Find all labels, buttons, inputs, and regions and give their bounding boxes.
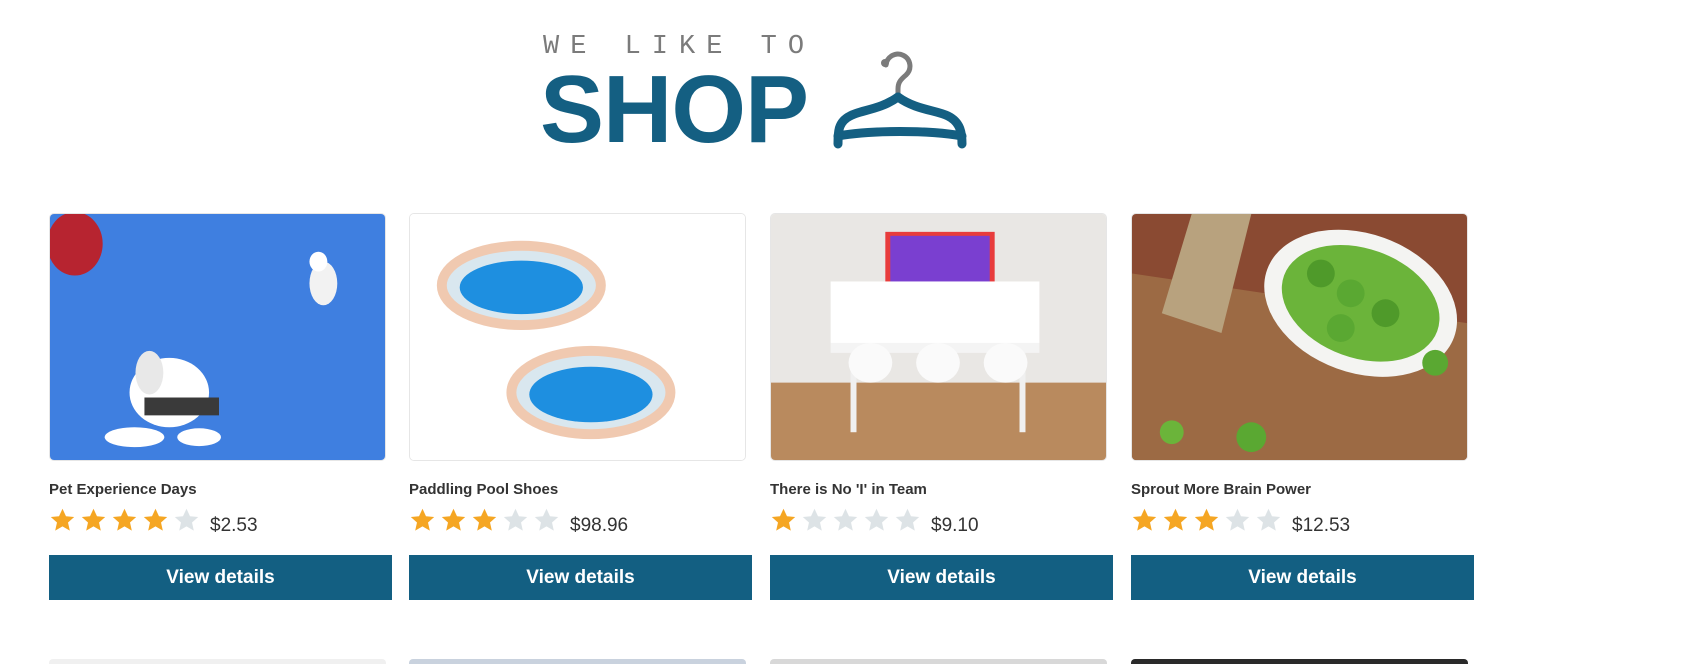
next-product-row <box>49 659 1489 664</box>
star-empty-icon <box>863 507 890 534</box>
product-card: Pet Experience Days $2.53 View details <box>49 213 392 603</box>
product-price: $9.10 <box>931 515 979 536</box>
product-name[interactable]: There is No 'I' in Team <box>770 481 927 498</box>
product-card: Sprout More Brain Power $12.53 View deta… <box>1131 213 1474 603</box>
product-image-sprouts[interactable] <box>1131 213 1468 461</box>
product-card: Paddling Pool Shoes $98.96 View details <box>409 213 752 603</box>
view-details-button[interactable]: View details <box>409 555 752 600</box>
star-empty-icon <box>801 507 828 534</box>
star-empty-icon <box>1224 507 1251 534</box>
product-card: There is No 'I' in Team $9.10 View detai… <box>770 213 1113 603</box>
hanger-icon <box>830 32 990 152</box>
product-rating: $12.53 <box>1131 507 1351 539</box>
product-image-paddling-pool[interactable] <box>409 213 746 461</box>
product-card-peek <box>409 659 746 664</box>
star-filled-icon <box>49 507 76 534</box>
star-empty-icon <box>533 507 560 534</box>
product-image-pet-experience[interactable] <box>49 213 386 461</box>
product-grid: Pet Experience Days $2.53 View details P… <box>49 213 1489 603</box>
view-details-button[interactable]: View details <box>770 555 1113 600</box>
product-card-peek <box>49 659 386 664</box>
product-rating: $2.53 <box>49 507 258 539</box>
star-filled-icon <box>440 507 467 534</box>
product-price: $2.53 <box>210 515 258 536</box>
shop-logo[interactable]: WE LIKE TO SHOP <box>540 28 1000 158</box>
star-filled-icon <box>770 507 797 534</box>
star-filled-icon <box>142 507 169 534</box>
star-empty-icon <box>1255 507 1282 534</box>
star-filled-icon <box>1193 507 1220 534</box>
star-filled-icon <box>1131 507 1158 534</box>
product-card-peek <box>770 659 1107 664</box>
product-name[interactable]: Paddling Pool Shoes <box>409 481 558 498</box>
product-name[interactable]: Sprout More Brain Power <box>1131 481 1311 498</box>
rating-stars <box>770 507 925 539</box>
product-card-peek <box>1131 659 1468 664</box>
product-rating: $9.10 <box>770 507 979 539</box>
view-details-button[interactable]: View details <box>1131 555 1474 600</box>
product-image-team[interactable] <box>770 213 1107 461</box>
logo-wordmark: SHOP <box>540 56 809 163</box>
view-details-button[interactable]: View details <box>49 555 392 600</box>
rating-stars <box>1131 507 1286 539</box>
product-price: $98.96 <box>570 515 629 536</box>
star-filled-icon <box>80 507 107 534</box>
product-price: $12.53 <box>1292 515 1351 536</box>
rating-stars <box>409 507 564 539</box>
star-empty-icon <box>832 507 859 534</box>
star-empty-icon <box>502 507 529 534</box>
product-name[interactable]: Pet Experience Days <box>49 481 197 498</box>
star-filled-icon <box>1162 507 1189 534</box>
star-filled-icon <box>111 507 138 534</box>
star-empty-icon <box>894 507 921 534</box>
product-rating: $98.96 <box>409 507 629 539</box>
star-filled-icon <box>409 507 436 534</box>
star-filled-icon <box>471 507 498 534</box>
star-empty-icon <box>173 507 200 534</box>
page: WE LIKE TO SHOP Pet Experience Days $2.5… <box>0 0 1689 664</box>
rating-stars <box>49 507 204 539</box>
